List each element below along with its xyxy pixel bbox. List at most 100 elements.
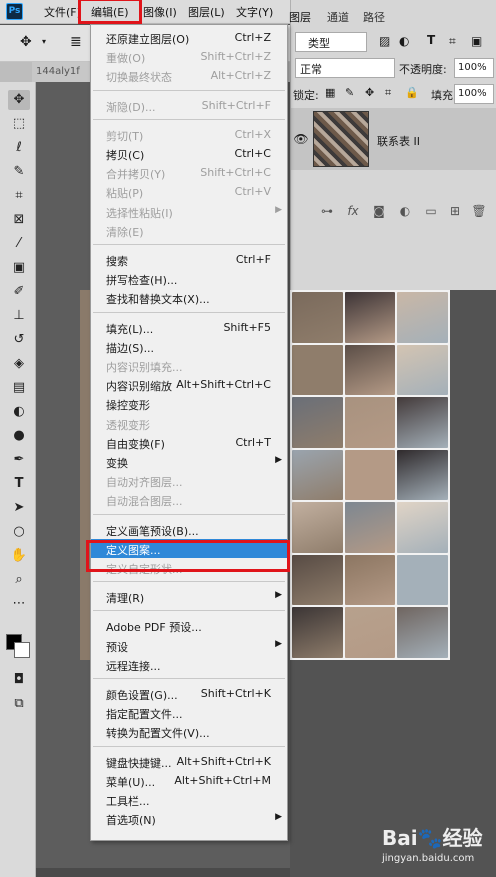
lock-all-icon[interactable]: 🔒 <box>405 86 419 99</box>
frame-icon[interactable]: ⊠ <box>8 210 30 230</box>
more-icon[interactable]: ⋯ <box>8 594 30 614</box>
lasso-icon[interactable]: ℓ <box>8 138 30 158</box>
history-brush-icon[interactable]: ↺ <box>8 330 30 350</box>
smart-object-filter-icon[interactable]: ▣ <box>471 34 482 48</box>
edit-menu-item-14[interactable]: 描边(S)... <box>91 337 287 356</box>
edit-menu-item-26[interactable]: 清理(R) ▶ <box>91 587 287 606</box>
lock-transparency-icon[interactable]: ▦ <box>325 86 335 99</box>
menu-type[interactable]: 文字(Y) <box>236 4 273 20</box>
quick-mask-icon[interactable]: ◘ <box>8 670 30 690</box>
tab-channels[interactable]: 通道 <box>327 9 349 25</box>
chevron-down-icon[interactable]: ▾ <box>42 37 46 46</box>
lock-pixels-icon[interactable]: ✎ <box>345 86 354 99</box>
menu-image[interactable]: 图像(I) <box>143 4 177 20</box>
menu-layer[interactable]: 图层(L) <box>188 4 225 20</box>
move-tool-icon[interactable]: ✥ <box>8 90 30 110</box>
adjustment-layer-icon[interactable]: ◐ <box>397 204 413 218</box>
add-mask-icon[interactable]: ◙ <box>371 204 387 218</box>
edit-menu-item-16[interactable]: 内容识别缩放 Alt+Shift+Ctrl+C <box>91 375 287 394</box>
pen-icon[interactable]: ✒ <box>8 450 30 470</box>
edit-menu-item-24[interactable]: 定义图案... <box>91 538 287 558</box>
eraser-icon[interactable]: ◈ <box>8 354 30 374</box>
edit-menu-item-27[interactable]: Adobe PDF 预设... <box>91 616 287 635</box>
edit-menu-item-25[interactable]: 定义自定形状... <box>91 558 287 577</box>
screen-mode-icon[interactable]: ⧉ <box>8 694 30 714</box>
edit-menu-item-17[interactable]: 操控变形 <box>91 394 287 413</box>
edit-menu-item-3[interactable]: 渐隐(D)... Shift+Ctrl+F <box>91 96 287 115</box>
marquee-icon[interactable]: ⬚ <box>8 114 30 134</box>
edit-menu-item-4[interactable]: 剪切(T) Ctrl+X <box>91 125 287 144</box>
edit-menu-item-13[interactable]: 填充(L)... Shift+F5 <box>91 318 287 337</box>
type-icon[interactable]: T <box>8 474 30 494</box>
hand-icon[interactable]: ✋ <box>8 546 30 566</box>
lock-artboard-icon[interactable]: ⌗ <box>385 86 391 100</box>
edit-menu-item-0[interactable]: 还原建立图层(O) Ctrl+Z <box>91 28 287 47</box>
ellipse-icon[interactable]: ○ <box>8 522 30 542</box>
edit-menu-item-12[interactable]: 查找和替换文本(X)... <box>91 288 287 307</box>
crop-icon[interactable]: ⌗ <box>8 186 30 206</box>
image-filter-icon[interactable]: ▨ <box>379 34 390 48</box>
move-icon[interactable]: ✥ <box>20 34 32 50</box>
photo-thumbnail <box>292 344 343 396</box>
tab-paths[interactable]: 路径 <box>363 9 385 25</box>
blend-mode-select[interactable]: 正常 <box>295 58 395 78</box>
tab-layers[interactable]: 图层 <box>289 9 311 25</box>
opacity-input[interactable]: 100% <box>454 58 494 78</box>
edit-menu-item-10[interactable]: 搜索 Ctrl+F <box>91 250 287 269</box>
blur-icon[interactable]: ◐ <box>8 402 30 422</box>
trash-icon[interactable]: 🗑 <box>471 204 487 218</box>
gradient-icon[interactable]: ▤ <box>8 378 30 398</box>
edit-menu-item-11[interactable]: 拼写检查(H)... <box>91 269 287 288</box>
brush-icon[interactable]: ✐ <box>8 282 30 302</box>
layer-name[interactable]: 联系表 II <box>377 133 420 149</box>
fill-input[interactable]: 100% <box>454 84 494 104</box>
edit-menu-item-29[interactable]: 远程连接... <box>91 655 287 674</box>
shape-filter-icon[interactable]: ⌗ <box>449 34 456 49</box>
edit-menu-item-30[interactable]: 颜色设置(G)... Shift+Ctrl+K <box>91 684 287 703</box>
menu-edit[interactable]: 编辑(E) <box>91 4 129 20</box>
fx-icon[interactable]: fx <box>345 204 361 218</box>
edit-menu-item-9[interactable]: 清除(E) <box>91 221 287 240</box>
edit-menu-item-5[interactable]: 拷贝(C) Ctrl+C <box>91 144 287 163</box>
edit-menu-item-15[interactable]: 内容识别填充... <box>91 356 287 375</box>
edit-menu-item-34[interactable]: 菜单(U)... Alt+Shift+Ctrl+M <box>91 771 287 790</box>
new-group-icon[interactable]: ▭ <box>423 204 439 218</box>
document-tab[interactable]: 144aly1f <box>32 62 90 82</box>
edit-menu-item-19[interactable]: 自由变换(F) Ctrl+T <box>91 433 287 452</box>
edit-menu-item-2[interactable]: 切换最终状态 Alt+Ctrl+Z <box>91 66 287 85</box>
edit-menu-item-20[interactable]: 变换 ▶ <box>91 452 287 471</box>
layers-panel-footer: ⊶ fx ◙ ◐ ▭ ⊞ 🗑 <box>291 200 496 224</box>
edit-menu-item-8[interactable]: 选择性粘贴(I) ▶ <box>91 202 287 221</box>
dodge-icon[interactable]: ● <box>8 426 30 446</box>
path-select-icon[interactable]: ➤ <box>8 498 30 518</box>
edit-menu-item-23[interactable]: 定义画笔预设(B)... <box>91 520 287 539</box>
menu-file[interactable]: 文件(F) <box>44 4 81 20</box>
quick-select-icon[interactable]: ✎ <box>8 162 30 182</box>
edit-menu-item-22[interactable]: 自动混合图层... <box>91 490 287 509</box>
edit-menu-item-28[interactable]: 预设 ▶ <box>91 636 287 655</box>
layers-stack-icon[interactable]: ≣ <box>70 34 82 50</box>
edit-menu-item-18[interactable]: 透视变形 <box>91 414 287 433</box>
type-filter-icon[interactable]: T <box>427 33 435 47</box>
edit-menu-item-7[interactable]: 粘贴(P) Ctrl+V <box>91 182 287 201</box>
clone-stamp-icon[interactable]: ⊥ <box>8 306 30 326</box>
edit-menu-item-33[interactable]: 键盘快捷键... Alt+Shift+Ctrl+K <box>91 752 287 771</box>
link-layers-icon[interactable]: ⊶ <box>319 204 335 218</box>
zoom-icon[interactable]: ⌕ <box>8 570 30 590</box>
layer-row[interactable]: 👁 联系表 II <box>291 108 496 170</box>
healing-brush-icon[interactable]: ▣ <box>8 258 30 278</box>
eyedropper-icon[interactable]: ⁄ <box>8 234 30 254</box>
background-color-swatch[interactable] <box>14 642 30 658</box>
eye-icon[interactable]: 👁 <box>293 132 309 146</box>
edit-menu-item-21[interactable]: 自动对齐图层... <box>91 471 287 490</box>
adjustment-filter-icon[interactable]: ◐ <box>399 34 409 48</box>
edit-menu-item-32[interactable]: 转换为配置文件(V)... <box>91 722 287 741</box>
edit-menu-item-31[interactable]: 指定配置文件... <box>91 703 287 722</box>
edit-menu-item-1[interactable]: 重做(O) Shift+Ctrl+Z <box>91 47 287 66</box>
new-layer-icon[interactable]: ⊞ <box>447 204 463 218</box>
edit-menu-item-6[interactable]: 合并拷贝(Y) Shift+Ctrl+C <box>91 163 287 182</box>
edit-menu-item-36[interactable]: 首选项(N) ▶ <box>91 809 287 828</box>
lock-position-icon[interactable]: ✥ <box>365 86 374 99</box>
layer-kind-filter[interactable]: 类型 <box>295 32 367 52</box>
edit-menu-item-35[interactable]: 工具栏... <box>91 790 287 809</box>
